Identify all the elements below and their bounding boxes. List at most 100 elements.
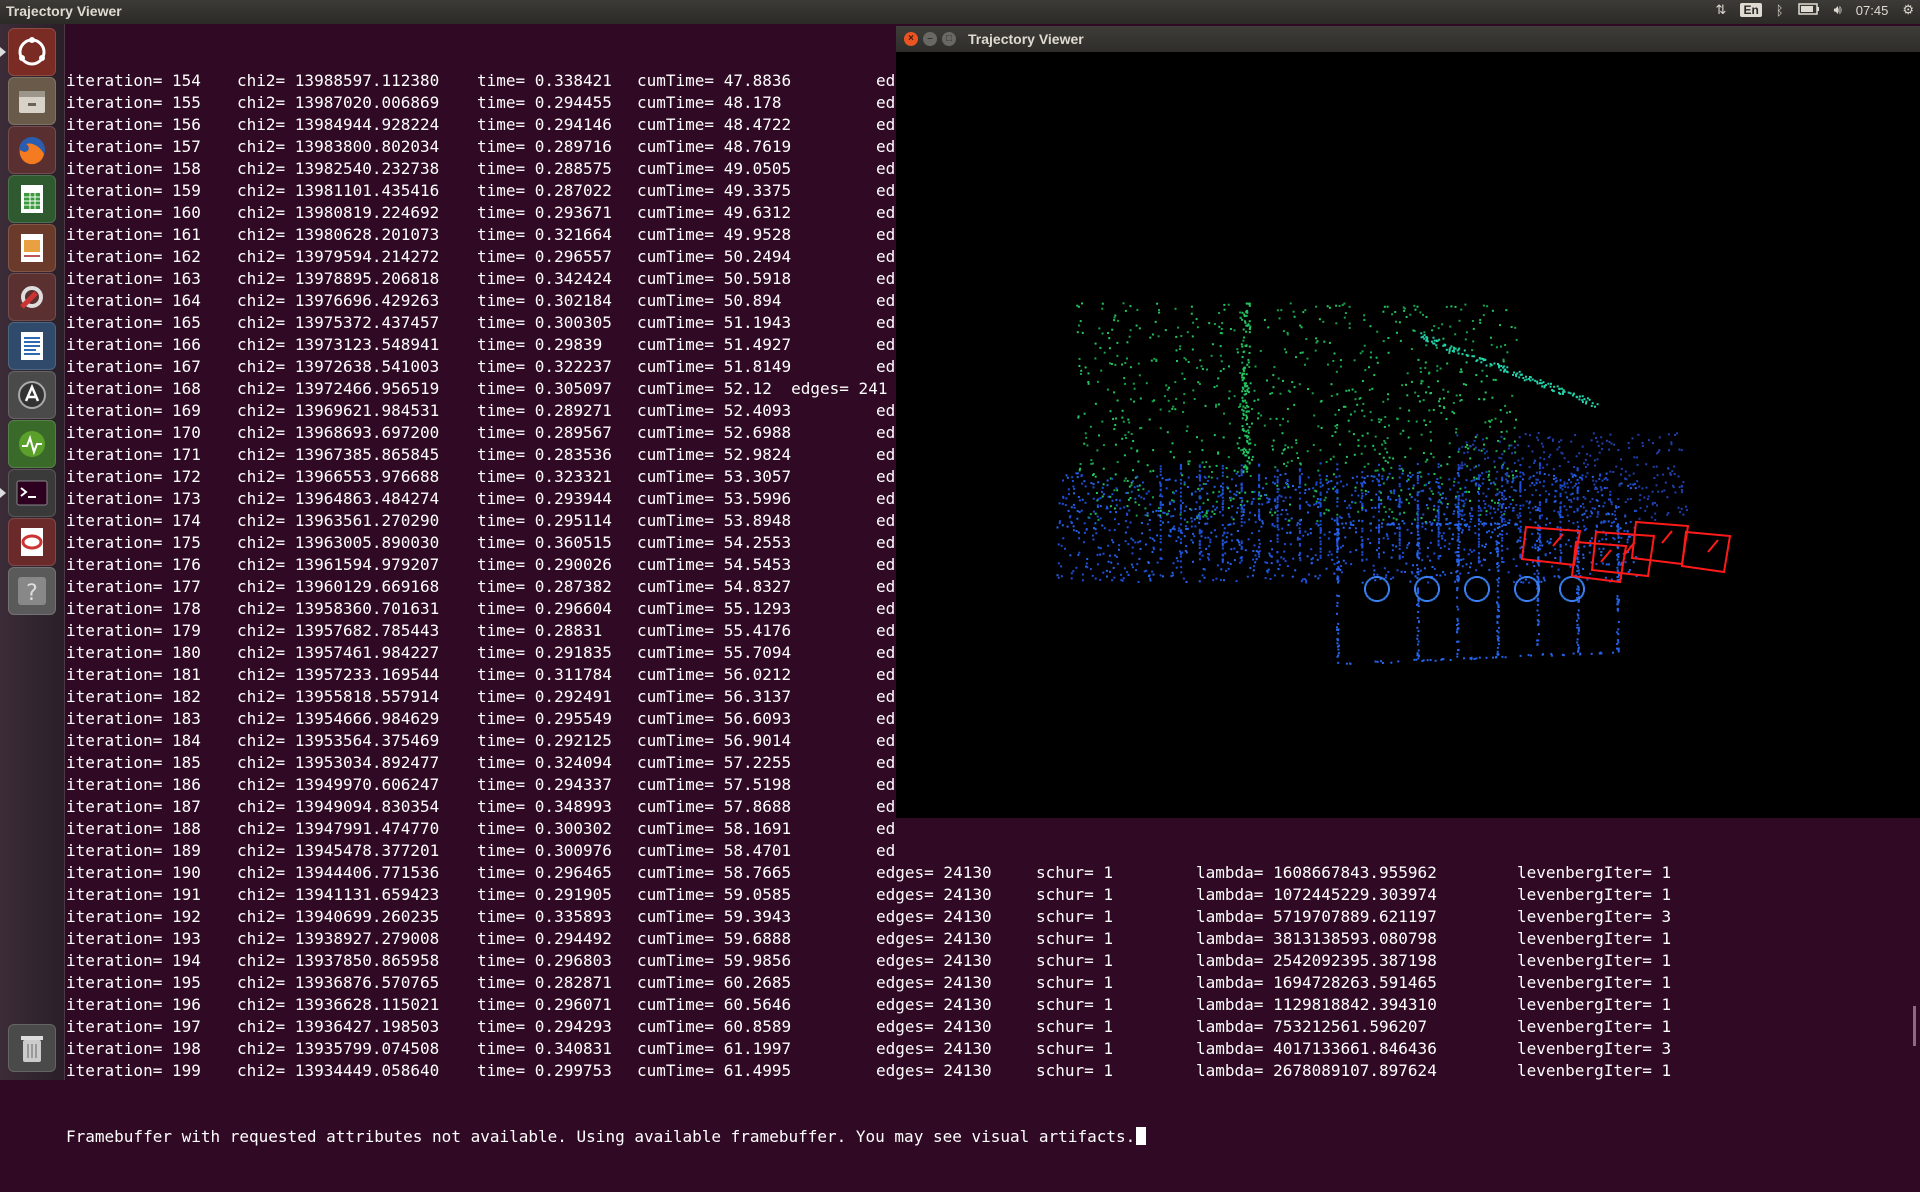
point-cloud-point [1512, 558, 1515, 561]
point-cloud-point [1495, 477, 1498, 480]
point-cloud-point [1137, 488, 1140, 491]
point-cloud-point [1416, 482, 1419, 485]
trajectory-viewer-window[interactable]: × – □ Trajectory Viewer [896, 26, 1920, 818]
viewer-titlebar[interactable]: × – □ Trajectory Viewer [896, 26, 1920, 52]
point-cloud-point [1152, 469, 1155, 472]
point-cloud-point [1444, 344, 1446, 347]
point-cloud-point [1316, 558, 1319, 561]
point-cloud-point [1655, 484, 1658, 487]
point-cloud-point [1206, 522, 1209, 525]
point-cloud-point [1109, 505, 1112, 508]
system-monitor-launcher-button[interactable] [8, 420, 56, 468]
point-cloud-point [1429, 659, 1432, 661]
point-cloud-point [1429, 541, 1432, 544]
point-cloud-point [1354, 398, 1357, 401]
point-cloud-point [1353, 410, 1356, 413]
point-cloud-point [1456, 578, 1459, 581]
terminal-field-cum: cumTime= 60.8589 [637, 1017, 792, 1036]
point-cloud-point [1498, 366, 1501, 369]
point-cloud-point [1522, 599, 1525, 602]
point-cloud-point [1280, 513, 1283, 516]
point-cloud-point [1576, 479, 1579, 482]
point-cloud-point [1478, 656, 1481, 659]
point-cloud-point [1076, 331, 1079, 334]
document-viewer-launcher-button[interactable] [8, 518, 56, 566]
firefox-launcher-button[interactable] [8, 126, 56, 174]
point-cloud-point [1218, 325, 1221, 328]
gear-icon[interactable]: ⚙ [1902, 2, 1914, 18]
point-cloud-point [1403, 511, 1406, 514]
point-cloud-point [1576, 623, 1579, 626]
presentation-launcher-button[interactable] [8, 224, 56, 272]
point-cloud-point [1560, 387, 1563, 390]
terminal-field-it: iteration= 157 [66, 137, 201, 156]
point-cloud-point [1437, 514, 1440, 517]
point-cloud-point [1380, 502, 1383, 505]
terminal-scrollbar[interactable] [1913, 1006, 1916, 1046]
point-cloud-canvas[interactable] [896, 52, 1920, 818]
point-cloud-point [1611, 513, 1614, 516]
point-cloud-point [1215, 405, 1217, 408]
unknown-app-launcher-button[interactable]: ? [8, 567, 56, 615]
point-cloud-point [1352, 433, 1355, 436]
point-cloud-point [1657, 490, 1660, 493]
window-close-button[interactable]: × [904, 32, 918, 46]
point-cloud-point [1208, 558, 1210, 561]
point-cloud-point [1516, 444, 1519, 447]
point-cloud-point [1116, 461, 1119, 464]
point-cloud-point [1221, 508, 1224, 511]
point-cloud-point [1531, 532, 1534, 535]
point-cloud-point [1457, 547, 1460, 549]
bluetooth-icon[interactable]: ᛒ [1776, 3, 1784, 18]
point-cloud-point [1319, 543, 1322, 546]
software-updater-launcher-button[interactable] [8, 371, 56, 419]
window-minimize-button[interactable]: – [923, 32, 937, 46]
terminal-field-cum: cumTime= 49.9528 [637, 225, 792, 244]
point-cloud-point [1101, 420, 1104, 423]
spreadsheet-launcher-button[interactable] [8, 175, 56, 223]
point-cloud-point [1233, 547, 1236, 550]
point-cloud-point [1425, 316, 1428, 318]
point-cloud-point [1489, 336, 1492, 339]
point-cloud-point [1680, 484, 1683, 487]
point-cloud-point [1495, 543, 1498, 546]
point-cloud-point [1464, 338, 1467, 341]
point-cloud-point [1393, 492, 1396, 495]
point-cloud-point [1225, 536, 1228, 539]
keyboard-layout-indicator[interactable]: En [1740, 3, 1762, 17]
battery-icon[interactable] [1797, 2, 1820, 18]
terminal-launcher-button[interactable] [8, 469, 56, 517]
point-cloud-point [1593, 507, 1596, 510]
point-cloud-point [1437, 528, 1440, 531]
point-cloud-point [1217, 451, 1220, 454]
point-cloud-point [1425, 344, 1428, 347]
point-cloud-point [1201, 511, 1204, 513]
writer-document-launcher-button[interactable] [8, 322, 56, 370]
point-cloud-point [1417, 657, 1420, 660]
window-maximize-button[interactable]: □ [942, 32, 956, 46]
trash-launcher-button[interactable] [8, 1024, 56, 1072]
point-cloud-point [1215, 464, 1218, 467]
point-cloud-point [1149, 336, 1152, 339]
clock[interactable]: 07:45 [1856, 3, 1889, 18]
point-cloud-point [1274, 466, 1277, 469]
point-cloud-point [1247, 457, 1250, 459]
point-cloud-point [1242, 328, 1245, 331]
point-cloud-point [1477, 576, 1480, 579]
point-cloud-point [1501, 479, 1504, 482]
presentation-icon [21, 234, 43, 262]
point-cloud-point [1598, 540, 1601, 543]
ubuntu-dash-launcher-button[interactable] [8, 28, 56, 76]
volume-icon[interactable]: 🔊︎ [1834, 2, 1842, 18]
terminal-field-chi: chi2= 13988597.112380 [237, 71, 440, 90]
point-cloud-point [1537, 579, 1540, 582]
point-cloud-point [1505, 532, 1508, 535]
point-cloud-point [1416, 552, 1419, 555]
terminal-field-ed: edges= 24130 [876, 995, 992, 1014]
files-launcher-button[interactable] [8, 77, 56, 125]
point-cloud-point [1463, 519, 1466, 522]
system-settings-launcher-button[interactable] [8, 273, 56, 321]
point-cloud-point [1419, 367, 1422, 370]
point-cloud-point [1505, 478, 1508, 481]
network-arrows-icon[interactable]: ⇅ [1716, 2, 1727, 18]
